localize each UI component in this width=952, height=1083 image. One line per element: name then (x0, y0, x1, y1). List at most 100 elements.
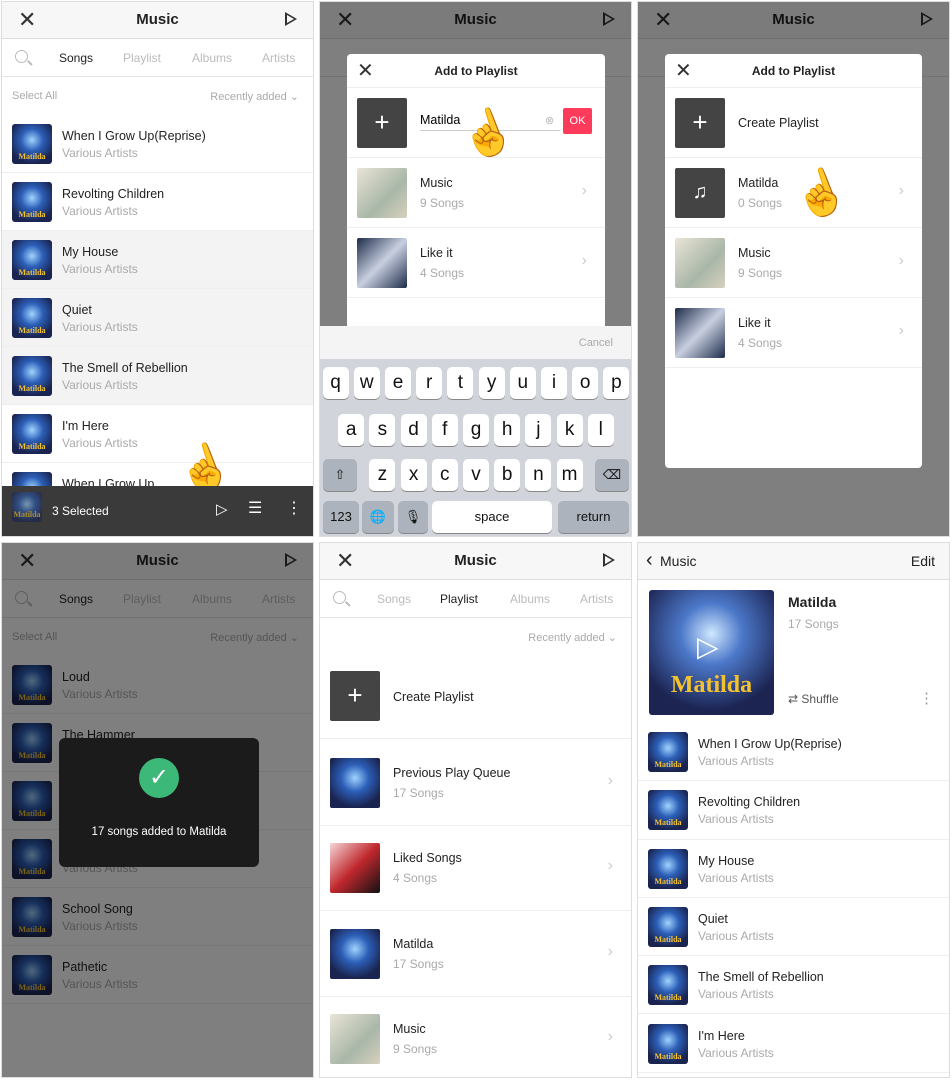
tab-albums[interactable]: Albums (510, 592, 550, 606)
song-row[interactable]: I'm Here Various Artists (638, 1014, 949, 1073)
key-p[interactable]: p (603, 367, 630, 399)
playlist-row[interactable]: Previous Play Queue 17 Songs › (320, 740, 631, 826)
space-key[interactable]: space (432, 501, 552, 533)
song-row[interactable]: The Smell of Rebellion Various Artists (2, 347, 313, 405)
tab-albums[interactable]: Albums (192, 51, 232, 65)
song-title: When I Grow Up(Reprise) (62, 129, 206, 143)
shift-key[interactable]: ⇧ (323, 459, 357, 491)
song-row[interactable]: The Smell of Rebellion Various Artists (638, 956, 949, 1015)
playlist-name: Matilda (393, 936, 434, 951)
sort-dropdown[interactable]: Recently added ⌄ (210, 90, 299, 103)
key-k[interactable]: k (556, 414, 583, 446)
globe-key[interactable]: 🌐 (362, 501, 394, 533)
key-j[interactable]: j (525, 414, 552, 446)
back-icon[interactable]: ‹ (646, 549, 653, 572)
backspace-key[interactable]: ⌫ (595, 459, 629, 491)
playlist-row[interactable]: Like it 4 Songs › (347, 228, 605, 298)
tab-artists[interactable]: Artists (262, 51, 295, 65)
tab-playlist[interactable]: Playlist (123, 51, 161, 65)
more-icon[interactable]: ⋮ (919, 689, 934, 707)
album-art (648, 848, 688, 889)
numbers-key[interactable]: 123 (323, 501, 359, 533)
playlist-row[interactable]: Matilda 17 Songs › (320, 911, 631, 997)
key-r[interactable]: r (416, 367, 443, 399)
key-t[interactable]: t (447, 367, 474, 399)
return-key[interactable]: return (558, 501, 629, 533)
key-v[interactable]: v (463, 459, 489, 491)
playlist-cover (330, 1014, 380, 1065)
key-b[interactable]: b (494, 459, 521, 491)
song-title: My House (62, 245, 119, 259)
create-playlist-button[interactable]: + Create Playlist (320, 653, 631, 739)
song-row[interactable]: Revolting Children Various Artists (638, 781, 949, 840)
playlist-count: 9 Songs (420, 196, 465, 210)
playlist-row[interactable]: Music 9 Songs › (320, 997, 631, 1078)
key-f[interactable]: f (431, 414, 458, 446)
key-m[interactable]: m (556, 459, 583, 491)
song-row[interactable]: My House Various Artists (2, 231, 313, 289)
song-title: Revolting Children (698, 795, 801, 810)
playlist-name: Matilda (788, 594, 837, 610)
playlist-row[interactable]: Liked Songs 4 Songs › (320, 826, 631, 911)
tab-playlist[interactable]: Playlist (440, 592, 478, 606)
playlist-name: Like it (420, 246, 453, 260)
sort-label[interactable]: Recently added (528, 632, 604, 644)
song-count: 17 Songs (788, 617, 839, 631)
tab-artists[interactable]: Artists (580, 592, 613, 606)
add-to-playlist-icon[interactable]: ☰ (248, 498, 262, 518)
key-y[interactable]: y (478, 367, 505, 399)
playlist-cover (330, 757, 380, 808)
song-row[interactable]: When I Grow Up(Reprise) Various Artists (2, 115, 313, 173)
more-icon[interactable]: ⋮ (286, 498, 302, 518)
key-s[interactable]: s (369, 414, 396, 446)
shuffle-button[interactable]: ⇄ Shuffle (788, 692, 839, 706)
add-to-playlist-dialog: ✕ Add to Playlist + Create Playlist ♫ Matil… (665, 54, 922, 468)
tab-songs[interactable]: Songs (59, 51, 93, 65)
song-row[interactable]: Quiet Various Artists (638, 897, 949, 957)
mic-key[interactable]: 🎙 (398, 501, 428, 533)
play-icon[interactable]: ▷ (216, 500, 228, 518)
song-row[interactable]: When I Grow Up(Reprise) Various Artists (638, 723, 949, 782)
ok-button[interactable]: OK (563, 108, 592, 134)
key-a[interactable]: a (338, 414, 365, 446)
playlist-row[interactable]: Music 9 Songs › (665, 228, 922, 298)
key-o[interactable]: o (572, 367, 599, 399)
album-art (12, 298, 52, 338)
key-i[interactable]: i (541, 367, 567, 399)
key-c[interactable]: c (431, 459, 458, 491)
song-row[interactable]: Quiet Various Artists (2, 289, 313, 347)
select-all-button[interactable]: Select All (12, 90, 57, 102)
song-row[interactable]: I'm Here Various Artists (2, 405, 313, 463)
edit-button[interactable]: Edit (911, 553, 935, 569)
key-n[interactable]: n (525, 459, 552, 491)
playlist-row[interactable]: Music 9 Songs › (347, 158, 605, 228)
key-e[interactable]: e (385, 367, 411, 399)
key-x[interactable]: x (400, 459, 427, 491)
key-g[interactable]: g (463, 414, 489, 446)
play-icon[interactable]: ▷ (697, 630, 719, 663)
playlist-cover[interactable]: ▷ Matilda (649, 590, 774, 715)
panel-songs-select: ✕ Music Songs Playlist Albums Artists Select… (1, 1, 314, 537)
album-art (12, 182, 52, 222)
play-icon[interactable] (285, 12, 297, 26)
key-w[interactable]: w (353, 367, 380, 399)
clear-icon[interactable]: ⊗ (545, 114, 554, 127)
song-row[interactable]: My House Various Artists (638, 839, 949, 898)
key-l[interactable]: l (587, 414, 614, 446)
chevron-right-icon: › (581, 252, 587, 269)
tab-songs[interactable]: Songs (377, 592, 411, 606)
key-z[interactable]: z (369, 459, 396, 491)
playlist-row[interactable]: Like it 4 Songs › (665, 298, 922, 368)
cancel-button[interactable]: Cancel (579, 337, 613, 349)
key-d[interactable]: d (400, 414, 427, 446)
playlist-count: 17 Songs (393, 785, 444, 800)
play-icon[interactable] (603, 553, 615, 567)
create-playlist-button[interactable]: + Create Playlist (665, 88, 922, 158)
key-q[interactable]: q (322, 367, 349, 399)
search-icon[interactable] (333, 591, 346, 604)
key-u[interactable]: u (509, 367, 536, 399)
song-row[interactable]: Revolting Children Various Artists (2, 173, 313, 231)
search-icon[interactable] (15, 50, 28, 63)
key-h[interactable]: h (494, 414, 521, 446)
back-button[interactable]: Music (660, 553, 697, 569)
